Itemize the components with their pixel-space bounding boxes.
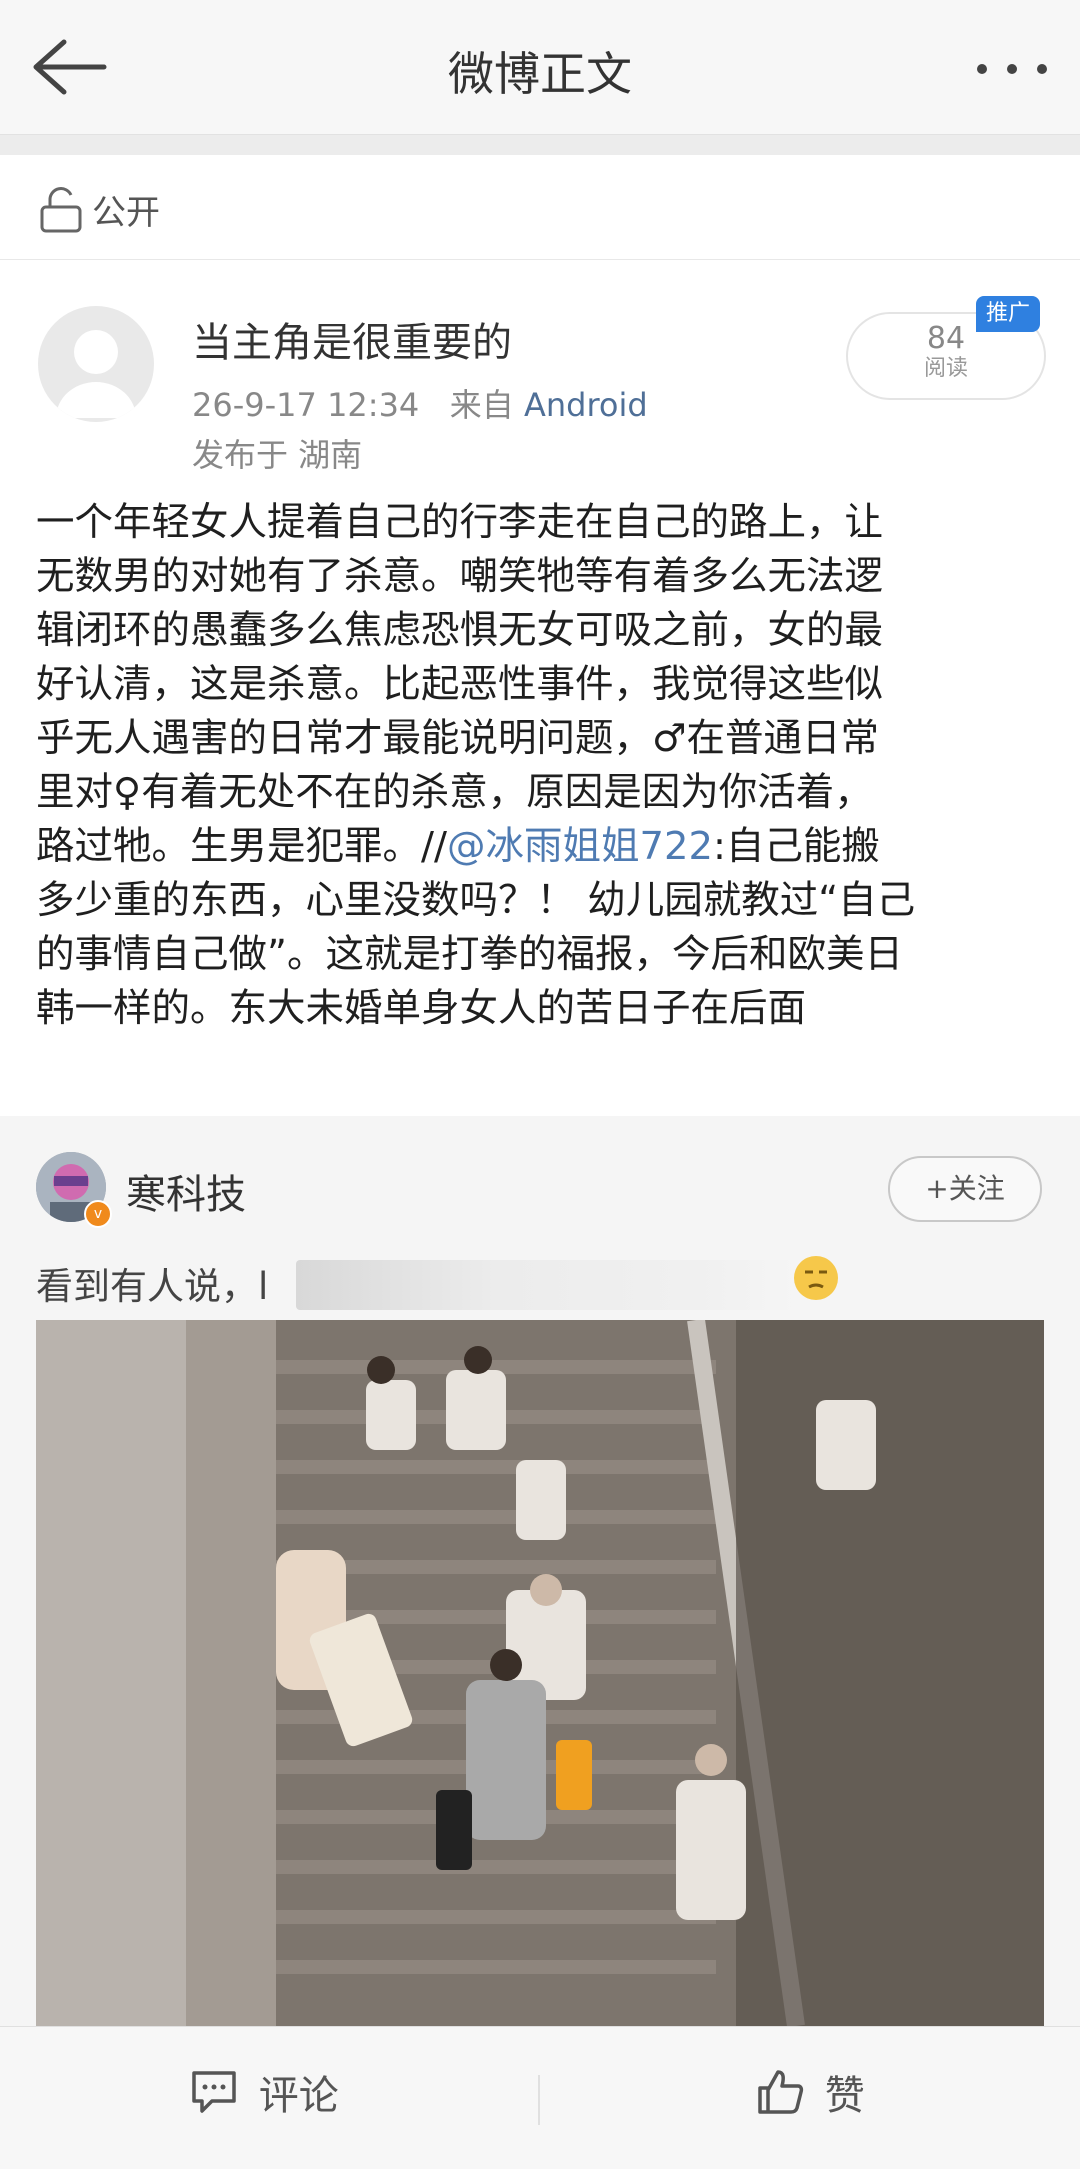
top-bar: 微博正文: [0, 0, 1080, 135]
unlock-icon: [40, 187, 82, 233]
post-body-line: 多少重的东西，心里没数吗？！ 幼儿园就教过“自己: [36, 878, 916, 923]
post-body-line: 一个年轻女人提着自己的行李走在自己的路上，让: [36, 500, 884, 545]
section-gap: [0, 135, 1080, 155]
post-card: 当主角是很重要的 26-9-17 12:34 来自 Android 发布于 湖南…: [0, 260, 1080, 1116]
read-label: 阅读: [923, 356, 968, 381]
verified-badge: v: [84, 1200, 112, 1228]
comment-button[interactable]: 评论: [190, 2063, 339, 2133]
post-body-line: 乎无人遇害的日常才最能说明问题，♂在普通日常: [36, 716, 880, 761]
repost-text: 看到有人说，l: [36, 1265, 269, 1308]
photo-illustration: [36, 1320, 1044, 2026]
like-button[interactable]: 赞: [756, 2063, 865, 2133]
post-location: 发布于 湖南: [192, 436, 363, 474]
photo-stairs-crowd[interactable]: [36, 1320, 1044, 2026]
body-text-segment: 路过牠。生男是犯罪。//: [36, 824, 447, 869]
visibility-row: 公开: [0, 155, 1080, 260]
post-body-line: 辑闭环的愚蠢多么焦虑恐惧无女可吸之前，女的最: [36, 608, 884, 653]
visibility-label: 公开: [92, 193, 160, 233]
comment-icon: [192, 2071, 236, 2113]
body-text-segment: :自己能搬: [712, 824, 880, 869]
page-title: 微博正文: [448, 47, 632, 101]
post-body-line: 好认清，这是杀意。比起恶性事件，我觉得这些似: [36, 662, 884, 707]
source-prefix: 来自: [449, 386, 514, 424]
post-body-line: 韩一样的。东大未婚单身女人的苦日子在后面: [36, 986, 807, 1031]
comment-label: 评论: [258, 2073, 339, 2119]
follow-button[interactable]: +关注: [888, 1156, 1042, 1222]
divider: [538, 2075, 540, 2125]
post-body-line: 里对♀有着无处不在的杀意，原因是因为你活着，: [36, 770, 873, 815]
repost-author-name[interactable]: 寒科技: [126, 1162, 246, 1220]
post-meta: 26-9-17 12:34 来自 Android: [192, 380, 648, 426]
post-body-line: 的事情自己做”。这就是打拳的福报，今后和欧美日: [36, 932, 903, 977]
thumbs-up-icon: [758, 2070, 804, 2114]
post-body: 一个年轻女人提着自己的行李走在自己的路上，让 无数男的对她有了杀意。嘲笑牠等有着…: [36, 496, 1046, 1036]
reposted-card[interactable]: v 寒科技 +关注 看到有人说，l: [0, 1116, 1080, 2026]
post-body-line: 无数男的对她有了杀意。嘲笑牠等有着多么无法逻: [36, 554, 884, 599]
post-body-line: 路过牠。生男是犯罪。//@冰雨姐姐722:自己能搬: [36, 820, 1046, 874]
blurred-text-redaction: [296, 1260, 796, 1310]
default-avatar-icon: [56, 330, 136, 418]
author-avatar[interactable]: [38, 306, 154, 422]
post-source[interactable]: Android: [524, 386, 648, 424]
promo-badge[interactable]: 推广: [976, 296, 1041, 332]
post-time: 26-9-17 12:34: [192, 386, 420, 424]
thinking-face-emoji: [794, 1256, 838, 1300]
bottom-action-bar: 评论 赞: [0, 2026, 1080, 2169]
mention-link[interactable]: @冰雨姐姐722: [447, 824, 713, 869]
more-dots-icon[interactable]: [972, 44, 1052, 94]
like-label: 赞: [824, 2073, 865, 2119]
author-name[interactable]: 当主角是很重要的: [192, 310, 512, 368]
